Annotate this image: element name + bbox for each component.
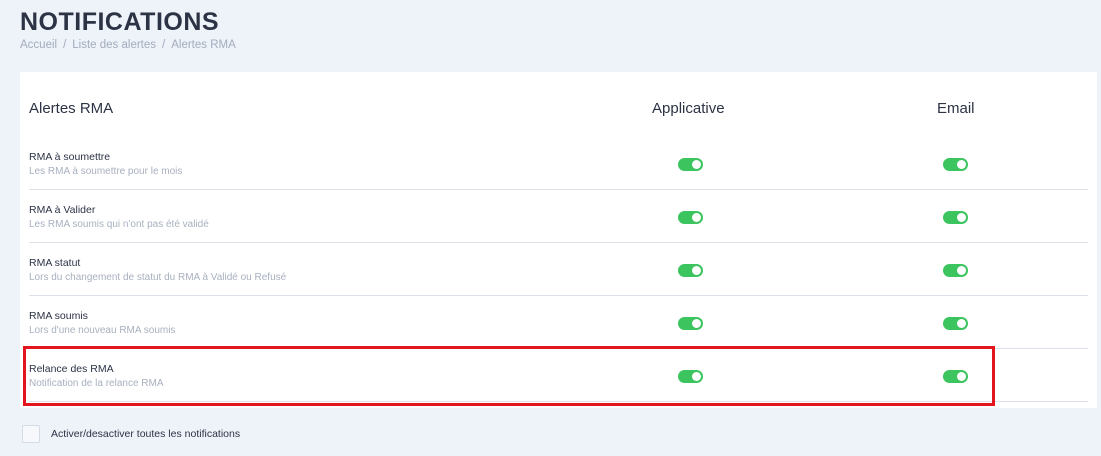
column-header-email: Email [937, 100, 975, 117]
alert-row: RMA à soumettre Les RMA à soumettre pour… [29, 137, 1088, 190]
toggle-knob [957, 266, 966, 275]
applicative-toggle[interactable] [678, 317, 703, 330]
notifications-page: NOTIFICATIONS Accueil / Liste des alerte… [0, 0, 1101, 456]
alert-row: RMA statut Lors du changement de statut … [29, 243, 1088, 296]
column-header-alerts: Alertes RMA [29, 100, 114, 117]
column-header-applicative: Applicative [652, 100, 725, 117]
email-toggle[interactable] [943, 317, 968, 330]
toggle-knob [957, 213, 966, 222]
alert-title: RMA statut [29, 257, 81, 269]
alert-title: RMA à soumettre [29, 151, 111, 163]
alert-description: Les RMA à soumettre pour le mois [29, 166, 183, 177]
applicative-toggle[interactable] [678, 264, 703, 277]
email-toggle[interactable] [943, 370, 968, 383]
email-toggle[interactable] [943, 264, 968, 277]
page-title: NOTIFICATIONS [20, 8, 220, 36]
breadcrumb-separator: / [63, 39, 67, 51]
toggle-knob [692, 372, 701, 381]
email-toggle[interactable] [943, 211, 968, 224]
applicative-toggle[interactable] [678, 158, 703, 171]
breadcrumb-separator: / [162, 39, 166, 51]
alert-description: Notification de la relance RMA [29, 378, 164, 389]
alert-description: Lors du changement de statut du RMA à Va… [29, 272, 287, 283]
email-toggle[interactable] [943, 158, 968, 171]
breadcrumb-item-alert-list[interactable]: Liste des alertes [72, 39, 156, 51]
toggle-knob [692, 160, 701, 169]
toggle-knob [957, 160, 966, 169]
toggle-all-notifications[interactable]: Activer/desactiver toutes les notificati… [22, 425, 240, 443]
alert-title: RMA soumis [29, 310, 88, 322]
toggle-all-checkbox[interactable] [22, 425, 40, 443]
breadcrumb: Accueil / Liste des alertes / Alertes RM… [20, 39, 236, 51]
toggle-knob [957, 372, 966, 381]
breadcrumb-item-current: Alertes RMA [171, 39, 236, 51]
breadcrumb-item-home[interactable]: Accueil [20, 39, 57, 51]
toggle-knob [692, 213, 701, 222]
alerts-card: Alertes RMA Applicative Email RMA à soum… [20, 72, 1097, 408]
toggle-all-label: Activer/desactiver toutes les notificati… [51, 428, 241, 440]
alert-row: Relance des RMA Notification de la relan… [29, 349, 1088, 402]
toggle-knob [692, 266, 701, 275]
toggle-knob [957, 319, 966, 328]
alert-title: Relance des RMA [29, 363, 114, 375]
alert-description: Les RMA soumis qui n'ont pas été validé [29, 219, 209, 230]
toggle-knob [692, 319, 701, 328]
alert-row: RMA à Valider Les RMA soumis qui n'ont p… [29, 190, 1088, 243]
alert-title: RMA à Valider [29, 204, 96, 216]
applicative-toggle[interactable] [678, 370, 703, 383]
alert-description: Lors d'une nouveau RMA soumis [29, 325, 176, 336]
applicative-toggle[interactable] [678, 211, 703, 224]
alert-row: RMA soumis Lors d'une nouveau RMA soumis [29, 296, 1088, 349]
